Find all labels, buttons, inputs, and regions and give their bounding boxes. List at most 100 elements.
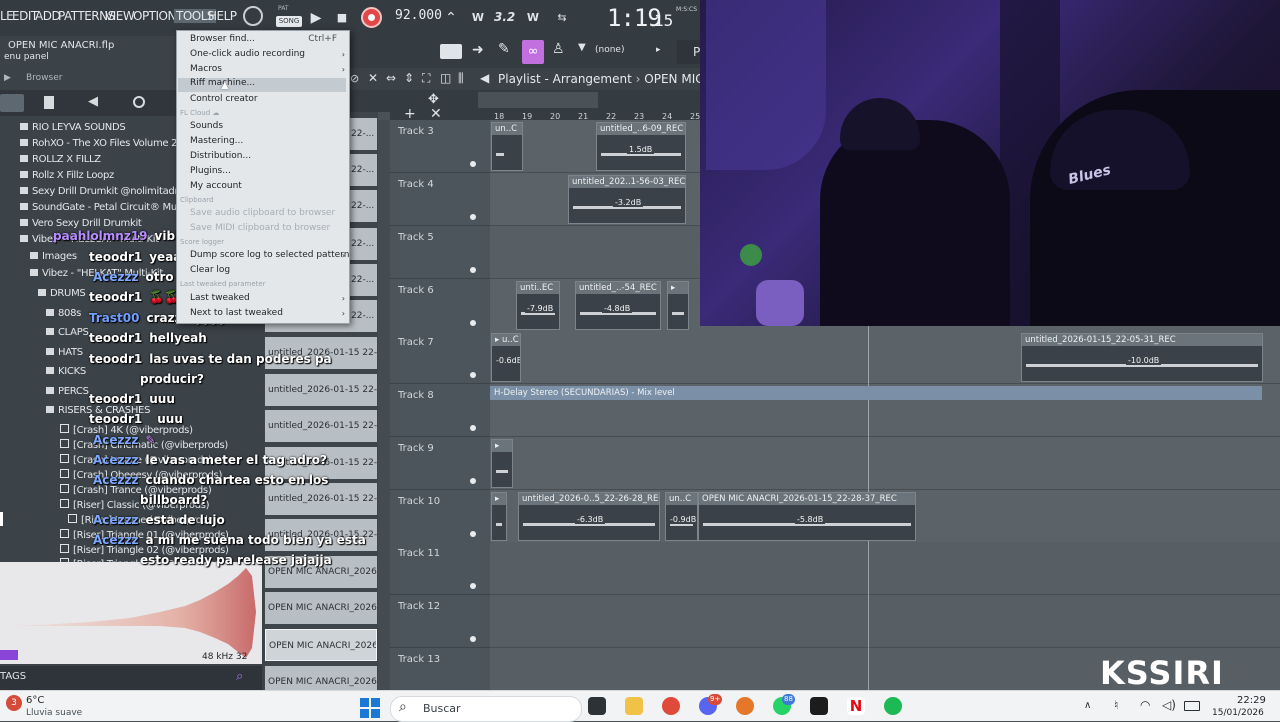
bars-icon[interactable]: ⫼ [458, 71, 464, 86]
track-lane[interactable] [490, 595, 1280, 648]
tempo-display[interactable]: 92.000 [395, 8, 442, 23]
rack-scrollbar[interactable] [378, 120, 390, 690]
browser-all-icon[interactable] [0, 94, 24, 112]
track-enable-dot[interactable] [470, 320, 476, 326]
play-preview-icon[interactable] [0, 650, 18, 660]
track-header[interactable]: Track 11 [390, 542, 490, 595]
track-enable-dot[interactable] [470, 161, 476, 167]
audio-clip[interactable]: untitled_..6-09_REC 1.5dB [596, 122, 686, 171]
track-header[interactable]: Track 10 [390, 490, 490, 543]
audio-clip[interactable]: un..C -0.9dB [665, 492, 698, 541]
weather-badge[interactable]: 3 [6, 695, 22, 711]
rack-clip[interactable]: untitled_2026-01-15 22-... [265, 410, 377, 442]
track-enable-dot[interactable] [470, 478, 476, 484]
tree-folder[interactable]: Images [30, 251, 77, 262]
fl-studio-icon[interactable] [736, 697, 754, 715]
chevron-up-icon[interactable]: ∧ [1084, 700, 1091, 711]
menu-item-control-creator[interactable]: Control creator [190, 94, 258, 104]
track-header[interactable]: Track 3 [390, 120, 490, 173]
stop-button[interactable]: ■ [331, 7, 353, 29]
wait-for-input-icon[interactable]: W [467, 7, 489, 29]
link-icon[interactable]: ∞ [522, 40, 544, 64]
spotify-icon[interactable] [884, 697, 902, 715]
audio-clip[interactable]: untitled_2026-01-15_22-05-31_REC -10.0dB [1021, 333, 1263, 382]
track-enable-dot[interactable] [470, 636, 476, 642]
metronome-icon[interactable]: ⌃ [440, 7, 462, 29]
track-header[interactable]: Track 12 [390, 595, 490, 648]
tree-folder[interactable]: HATS [46, 347, 83, 358]
menu-item-mastering[interactable]: Mastering... [190, 136, 243, 146]
audio-clip[interactable]: untitled_..-54_REC -4.8dB [575, 281, 661, 330]
weather-temp[interactable]: 6°C [26, 695, 44, 706]
track-header[interactable]: Track 8 [390, 384, 490, 437]
battery-icon[interactable] [1184, 701, 1200, 711]
menu-item-distribution[interactable]: Distribution... [190, 151, 251, 161]
audio-clip[interactable]: un..C [491, 122, 523, 171]
microphone-icon[interactable]: ♮ [1114, 698, 1118, 712]
menu-item-dump-score-log[interactable]: Dump score log to selected pattern [190, 250, 349, 260]
zoom-icon[interactable]: ⇕ [404, 71, 414, 85]
rack-clip[interactable]: untitled_2026-01-15 22-... [265, 483, 377, 515]
menu-view[interactable]: VIEW [105, 9, 135, 23]
menu-item-sounds[interactable]: Sounds [190, 121, 223, 131]
track-header[interactable]: Track 7 [390, 331, 490, 384]
automation-clip[interactable]: H-Delay Stereo (SECUNDARIAS) - Mix level [490, 386, 1262, 400]
chrome-icon[interactable] [662, 697, 680, 715]
tree-folder[interactable]: Vero Sexy Drill Drumkit [20, 218, 142, 229]
browser-files-icon[interactable] [44, 96, 54, 109]
settings-icon[interactable]: ⊘ [350, 72, 359, 85]
tree-folder[interactable]: PERCS [46, 386, 89, 397]
song-mode-toggle[interactable]: SONG [276, 16, 302, 27]
tree-folder[interactable]: 808s [46, 308, 81, 319]
audio-clip[interactable]: ▸ [667, 281, 689, 330]
file-explorer-icon[interactable] [625, 697, 643, 715]
play-button[interactable]: ▶ [305, 7, 327, 29]
menu-item-last-tweaked[interactable]: Last tweaked [190, 293, 250, 303]
audio-clip[interactable]: ▸ [491, 439, 513, 488]
wifi-icon[interactable]: ◠ [1140, 698, 1150, 712]
track-enable-dot[interactable] [470, 214, 476, 220]
tree-folder[interactable]: SoundGate - Petal Circuit® Mult [20, 202, 183, 213]
track-enable-dot[interactable] [470, 425, 476, 431]
rack-clip[interactable]: untitled_2026-01-15 22-... [265, 374, 377, 406]
menu-item-plugins[interactable]: Plugins... [190, 166, 231, 176]
tree-folder[interactable]: Sexy Drill Drumkit @nolimitadr0 [20, 186, 185, 197]
capcut-icon[interactable] [810, 697, 828, 715]
chevron-right-icon[interactable]: ▸ [656, 45, 661, 55]
menu-item-next-to-last-tweaked[interactable]: Next to last tweaked [190, 308, 283, 318]
browser-plugins-icon[interactable]: ◀ [88, 94, 98, 109]
track-enable-dot[interactable] [470, 583, 476, 589]
piano-roll-icon[interactable] [440, 44, 462, 59]
tree-folder[interactable]: KICKS [46, 366, 86, 377]
menu-item-riff-machine[interactable]: Riff machine... [178, 78, 346, 92]
tree-folder[interactable]: RIO LEYVA SOUNDS [20, 122, 126, 133]
netflix-icon[interactable]: N [847, 697, 865, 715]
fullscreen-icon[interactable]: ⛶ [422, 71, 430, 86]
overview-scrollbar[interactable] [478, 92, 598, 108]
menu-help[interactable]: HELP [208, 9, 237, 23]
audio-clip[interactable]: untitled_2026-0..5_22-26-28_REC -6.3dB [518, 492, 660, 541]
tree-folder[interactable]: RohXO - The XO Files Volume 2 [20, 138, 178, 149]
track-header[interactable]: Track 13 [390, 648, 490, 691]
play-arrow-icon[interactable]: ◀ [480, 71, 489, 85]
track-lane[interactable] [490, 437, 1280, 490]
brush-icon[interactable]: ✎ [498, 41, 510, 57]
step-edit-icon[interactable]: W [522, 7, 544, 29]
chevron-down-icon[interactable]: ▼ [578, 42, 586, 53]
rack-clip[interactable]: OPEN MIC ANACRI_2026-0... [265, 592, 377, 624]
pat-label[interactable]: PAT [278, 5, 289, 12]
rack-clip-selected[interactable]: OPEN MIC ANACRI_2026-0... [265, 629, 377, 661]
volume-icon[interactable]: ◫ [440, 71, 451, 85]
rack-clip[interactable]: OPEN MIC ANACRI_2026-0... [265, 666, 377, 690]
menu-add[interactable]: ADD [35, 9, 61, 23]
track-lane[interactable] [490, 542, 1280, 595]
snap-selector[interactable]: (none) [595, 45, 624, 55]
windows-start-icon[interactable] [360, 698, 380, 718]
menu-item-browser-find[interactable]: Browser find... [190, 34, 255, 44]
track-header[interactable]: Track 5 [390, 226, 490, 279]
track-header[interactable]: Track 6 [390, 279, 490, 332]
audio-clip[interactable]: ▸ [491, 492, 507, 541]
tree-folder[interactable]: Rollz X Fillz Loopz [20, 170, 114, 181]
tree-folder[interactable]: ROLLZ X FILLZ [20, 154, 101, 165]
audio-clip[interactable]: OPEN MIC ANACRI_2026-01-15_22-28-37_REC -… [698, 492, 916, 541]
